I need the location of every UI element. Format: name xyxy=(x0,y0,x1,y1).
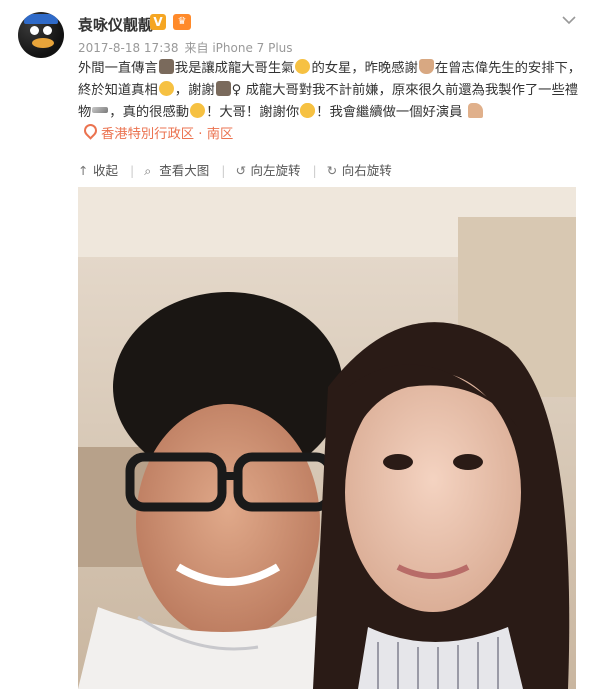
location-label: 香港特別行政区 · 南区 xyxy=(101,127,234,142)
collapse-arrow-icon: ↑ xyxy=(78,163,89,178)
angry-face-emoji-icon xyxy=(295,59,311,74)
heart-eyes-emoji-icon xyxy=(300,103,316,118)
collapse-label: 收起 xyxy=(93,163,119,178)
location-link[interactable]: 香港特別行政区 · 南区 xyxy=(78,121,234,142)
post-meta: 2017-8-18 17:38 来自 iPhone 7 Plus xyxy=(78,39,293,56)
rotate-right-button[interactable]: ↻ 向右旋转 xyxy=(327,160,392,179)
ninja-emoji-icon xyxy=(215,81,231,96)
post-photo[interactable] xyxy=(78,187,576,689)
rotate-left-button[interactable]: ↺ 向左旋转 xyxy=(235,160,300,179)
view-large-button[interactable]: ⌕ 查看大图 xyxy=(144,160,209,179)
post-text-segment: ！我會繼續做一個好演員 xyxy=(316,105,463,120)
sweat-face-emoji-icon xyxy=(158,81,174,96)
view-large-label: 查看大图 xyxy=(159,163,210,178)
post-header: 袁咏仪靓靓 V ♛ 2017-8-18 17:38 来自 iPhone 7 Plu… xyxy=(0,0,592,62)
avatar-beak xyxy=(32,38,54,48)
post-text-segment: ，真的很感動 xyxy=(109,105,190,120)
flexed-arm-emoji-icon xyxy=(467,103,483,118)
divider: | xyxy=(130,163,135,178)
post-text-segment: 的女星，昨晚感謝 xyxy=(311,61,418,76)
rotate-left-label: 向左旋转 xyxy=(250,163,301,178)
praying-hands-emoji-icon xyxy=(418,59,434,74)
post-text-segment: ！大哥！謝謝你 xyxy=(206,105,300,120)
divider: | xyxy=(221,163,226,178)
chevron-down-icon[interactable] xyxy=(562,10,576,29)
speaking-head-emoji-icon xyxy=(158,59,174,74)
avatar-eye-left xyxy=(30,26,39,35)
username[interactable]: 袁咏仪靓靓 xyxy=(78,14,153,35)
divider: | xyxy=(312,163,317,178)
location-pin-icon xyxy=(81,121,100,140)
selfie-photo-illustration xyxy=(78,187,576,689)
crying-face-emoji-icon xyxy=(190,103,206,118)
avatar-eye-right xyxy=(43,26,52,35)
post-text: 外間一直傳言 我是讓成龍大哥生氣 的女星，昨晚感謝 在曾志偉先生的安排下，終於知道真相… xyxy=(78,58,582,146)
avatar[interactable] xyxy=(18,12,64,58)
member-level-icon: ♛ xyxy=(173,14,191,30)
rotate-left-icon: ↺ xyxy=(235,163,246,178)
verified-badge-icon: V xyxy=(150,14,166,30)
rotate-right-label: 向右旋转 xyxy=(341,163,392,178)
magnifier-icon: ⌕ xyxy=(144,163,152,178)
rotate-right-icon: ↻ xyxy=(326,163,338,178)
post-text-segment: 外間一直傳言 xyxy=(78,61,158,76)
avatar-hat xyxy=(24,14,58,24)
collapse-button[interactable]: ↑ 收起 xyxy=(78,160,118,179)
post-text-segment: 我是讓成龍大哥生氣 xyxy=(174,61,295,76)
post-date: 2017-8-18 17:38 xyxy=(78,41,179,55)
post-text-segment: ，謝謝 xyxy=(174,83,215,98)
post-source[interactable]: 来自 iPhone 7 Plus xyxy=(185,41,293,55)
image-toolbar: ↑ 收起 | ⌕ 查看大图 | ↺ 向左旋转 | ↻ 向右旋转 xyxy=(78,160,404,179)
stick-emoji-icon xyxy=(92,107,109,113)
